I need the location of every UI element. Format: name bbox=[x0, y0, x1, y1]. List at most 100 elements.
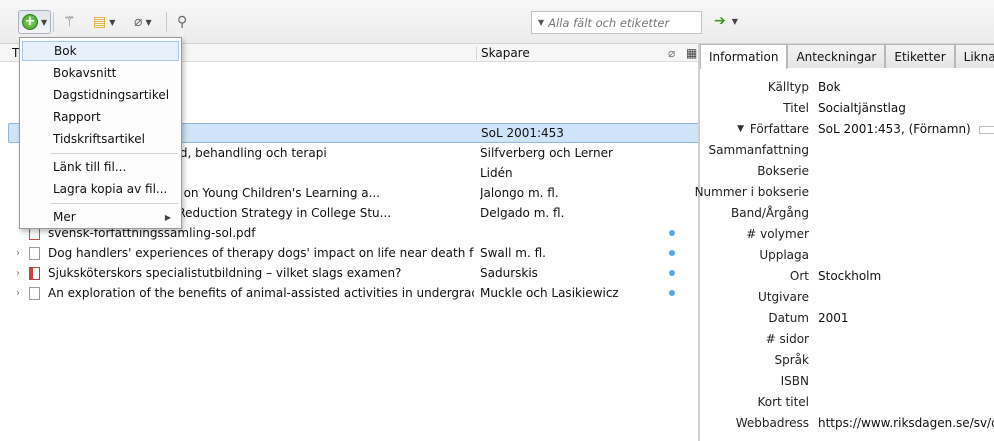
menu-item-more-label: Mer bbox=[53, 210, 76, 224]
search-input[interactable]: ▼ Alla fält och etiketter bbox=[531, 11, 702, 34]
new-item-menu: Bok Bokavsnitt Dagstidningsartikel Rappo… bbox=[19, 37, 182, 229]
field-label: Datum bbox=[768, 311, 809, 325]
menu-item-store-copy-of-file[interactable]: Lagra kopia av fil... bbox=[22, 179, 179, 199]
toolbar-divider bbox=[166, 12, 167, 32]
table-row[interactable]: › Dog handlers' experiences of therapy do… bbox=[8, 243, 700, 263]
attachment-column-icon[interactable]: ⌀ bbox=[668, 46, 675, 60]
field-row: Band/Årgång bbox=[700, 206, 994, 227]
locate-button[interactable]: ➔ ▼ bbox=[714, 13, 738, 29]
chevron-right-icon: ▶ bbox=[164, 212, 171, 222]
column-creator[interactable]: Skapare bbox=[481, 46, 530, 60]
advanced-search-button[interactable]: ⚲ bbox=[174, 10, 190, 34]
field-label: Språk bbox=[774, 353, 809, 367]
expand-twisty-icon[interactable]: › bbox=[16, 288, 20, 299]
field-value[interactable]: 2001 bbox=[818, 311, 849, 325]
field-label: Utgivare bbox=[758, 290, 809, 304]
new-note-button[interactable]: ▤ ▼ bbox=[90, 10, 118, 34]
field-row: ISBN bbox=[700, 374, 994, 395]
tab-related[interactable]: Liknande k bbox=[954, 44, 994, 68]
field-value-text: Stockholm bbox=[818, 269, 882, 283]
menu-item-newspaper-article[interactable]: Dagstidningsartikel bbox=[22, 85, 179, 105]
menu-item-more[interactable]: Mer ▶ bbox=[22, 207, 179, 227]
field-value[interactable]: https://www.riksdagen.se/sv/dok bbox=[818, 416, 994, 430]
field-value[interactable]: Socialtjänstlag bbox=[818, 101, 906, 115]
field-row: Webbadress https://www.riksdagen.se/sv/do… bbox=[700, 416, 994, 437]
field-row: Nummer i bokserie bbox=[695, 185, 994, 206]
magic-wand-icon: ⚚ bbox=[63, 14, 76, 30]
item-creator: Sadurskis bbox=[480, 266, 538, 280]
item-title: Dog handlers' experiences of therapy dog… bbox=[48, 246, 474, 260]
field-value-text: https://www.riksdagen.se/sv/dok bbox=[818, 416, 994, 430]
chevron-down-icon: ▼ bbox=[109, 17, 116, 27]
add-by-identifier-button[interactable]: ⚚ bbox=[60, 10, 79, 34]
search-mode-chevron-icon[interactable]: ▼ bbox=[538, 18, 544, 27]
field-value-text: Socialtjänstlag bbox=[818, 101, 906, 115]
attachment-dot-icon bbox=[669, 230, 675, 236]
field-label: # volymer bbox=[746, 227, 809, 241]
field-row: Bokserie bbox=[700, 164, 994, 185]
menu-item-report[interactable]: Rapport bbox=[22, 107, 179, 127]
attachment-dot-icon bbox=[669, 290, 675, 296]
new-item-button[interactable]: + ▼ bbox=[18, 10, 52, 34]
field-value-text: Bok bbox=[818, 80, 841, 94]
search-placeholder: Alla fält och etiketter bbox=[548, 15, 670, 30]
field-value[interactable]: Bok bbox=[818, 80, 841, 94]
creator-type-chevron-icon[interactable]: ▼ bbox=[737, 124, 744, 134]
tab-tags[interactable]: Etiketter bbox=[885, 44, 955, 68]
expand-twisty-icon[interactable]: › bbox=[16, 248, 20, 259]
field-label: Band/Årgång bbox=[731, 206, 809, 220]
field-label: Ort bbox=[789, 269, 809, 283]
note-icon: ▤ bbox=[93, 14, 107, 30]
field-row: Upplaga bbox=[700, 248, 994, 269]
column-picker-icon[interactable]: ▦ bbox=[686, 46, 697, 60]
item-title: An exploration of the benefits of animal… bbox=[48, 286, 474, 300]
chevron-down-icon: ▼ bbox=[41, 17, 48, 27]
column-divider[interactable] bbox=[476, 46, 477, 60]
item-tabs: Information Anteckningar Etiketter Likna… bbox=[700, 44, 994, 69]
field-row: ▼ Författare SoL 2001:453, (Förnamn) bbox=[700, 122, 994, 143]
book-icon bbox=[29, 266, 40, 280]
menu-item-journal-article[interactable]: Tidskriftsartikel bbox=[22, 129, 179, 149]
chevron-down-icon: ▼ bbox=[731, 16, 738, 26]
add-attachment-button[interactable]: ⌀ ▼ bbox=[131, 10, 155, 34]
field-label: Författare bbox=[749, 122, 809, 136]
document-icon bbox=[29, 286, 40, 300]
field-row: Kort titel bbox=[700, 395, 994, 416]
name-mode-toggle[interactable] bbox=[978, 125, 994, 134]
table-row[interactable]: › Sjuksköterskors specialistutbildning – … bbox=[8, 263, 700, 283]
field-row: # sidor bbox=[700, 332, 994, 353]
field-row: Utgivare bbox=[700, 290, 994, 311]
menu-item-link-to-file[interactable]: Länk till fil... bbox=[22, 157, 179, 177]
paperclip-icon: ⌀ bbox=[134, 14, 143, 30]
field-value[interactable]: SoL 2001:453, (Förnamn) bbox=[818, 122, 994, 136]
field-label: ISBN bbox=[780, 374, 809, 388]
tab-notes[interactable]: Anteckningar bbox=[787, 44, 886, 68]
field-label: Sammanfattning bbox=[708, 143, 809, 157]
item-creator: Lidén bbox=[480, 166, 513, 180]
table-row[interactable]: › An exploration of the benefits of anima… bbox=[8, 283, 700, 303]
attachment-dot-icon bbox=[669, 270, 675, 276]
item-creator: Swall m. fl. bbox=[480, 246, 546, 260]
attachment-dot-icon bbox=[669, 250, 675, 256]
field-row: Ort Stockholm bbox=[700, 269, 994, 290]
menu-separator bbox=[50, 153, 178, 154]
item-pane: Information Anteckningar Etiketter Likna… bbox=[695, 44, 994, 441]
menu-item-book[interactable]: Bok bbox=[22, 41, 179, 61]
menu-item-book-section[interactable]: Bokavsnitt bbox=[22, 63, 179, 83]
field-label: Bokserie bbox=[757, 164, 809, 178]
field-value[interactable]: Stockholm bbox=[818, 269, 881, 283]
field-label: Webbadress bbox=[735, 416, 809, 430]
field-label: Titel bbox=[783, 101, 809, 115]
toolbar-divider bbox=[53, 12, 54, 32]
field-row: Datum 2001 bbox=[700, 311, 994, 332]
magnifier-icon: ⚲ bbox=[177, 14, 188, 30]
field-label: Nummer i bokserie bbox=[694, 185, 809, 199]
item-creator: Silfverberg och Lerner bbox=[480, 146, 613, 160]
item-creator: SoL 2001:453 bbox=[481, 126, 564, 140]
field-label: # sidor bbox=[765, 332, 809, 346]
field-row: Språk bbox=[700, 353, 994, 374]
tab-information[interactable]: Information bbox=[700, 44, 788, 69]
expand-twisty-icon[interactable]: › bbox=[16, 268, 20, 279]
chevron-down-icon: ▼ bbox=[145, 17, 152, 27]
item-creator: Jalongo m. fl. bbox=[480, 186, 559, 200]
